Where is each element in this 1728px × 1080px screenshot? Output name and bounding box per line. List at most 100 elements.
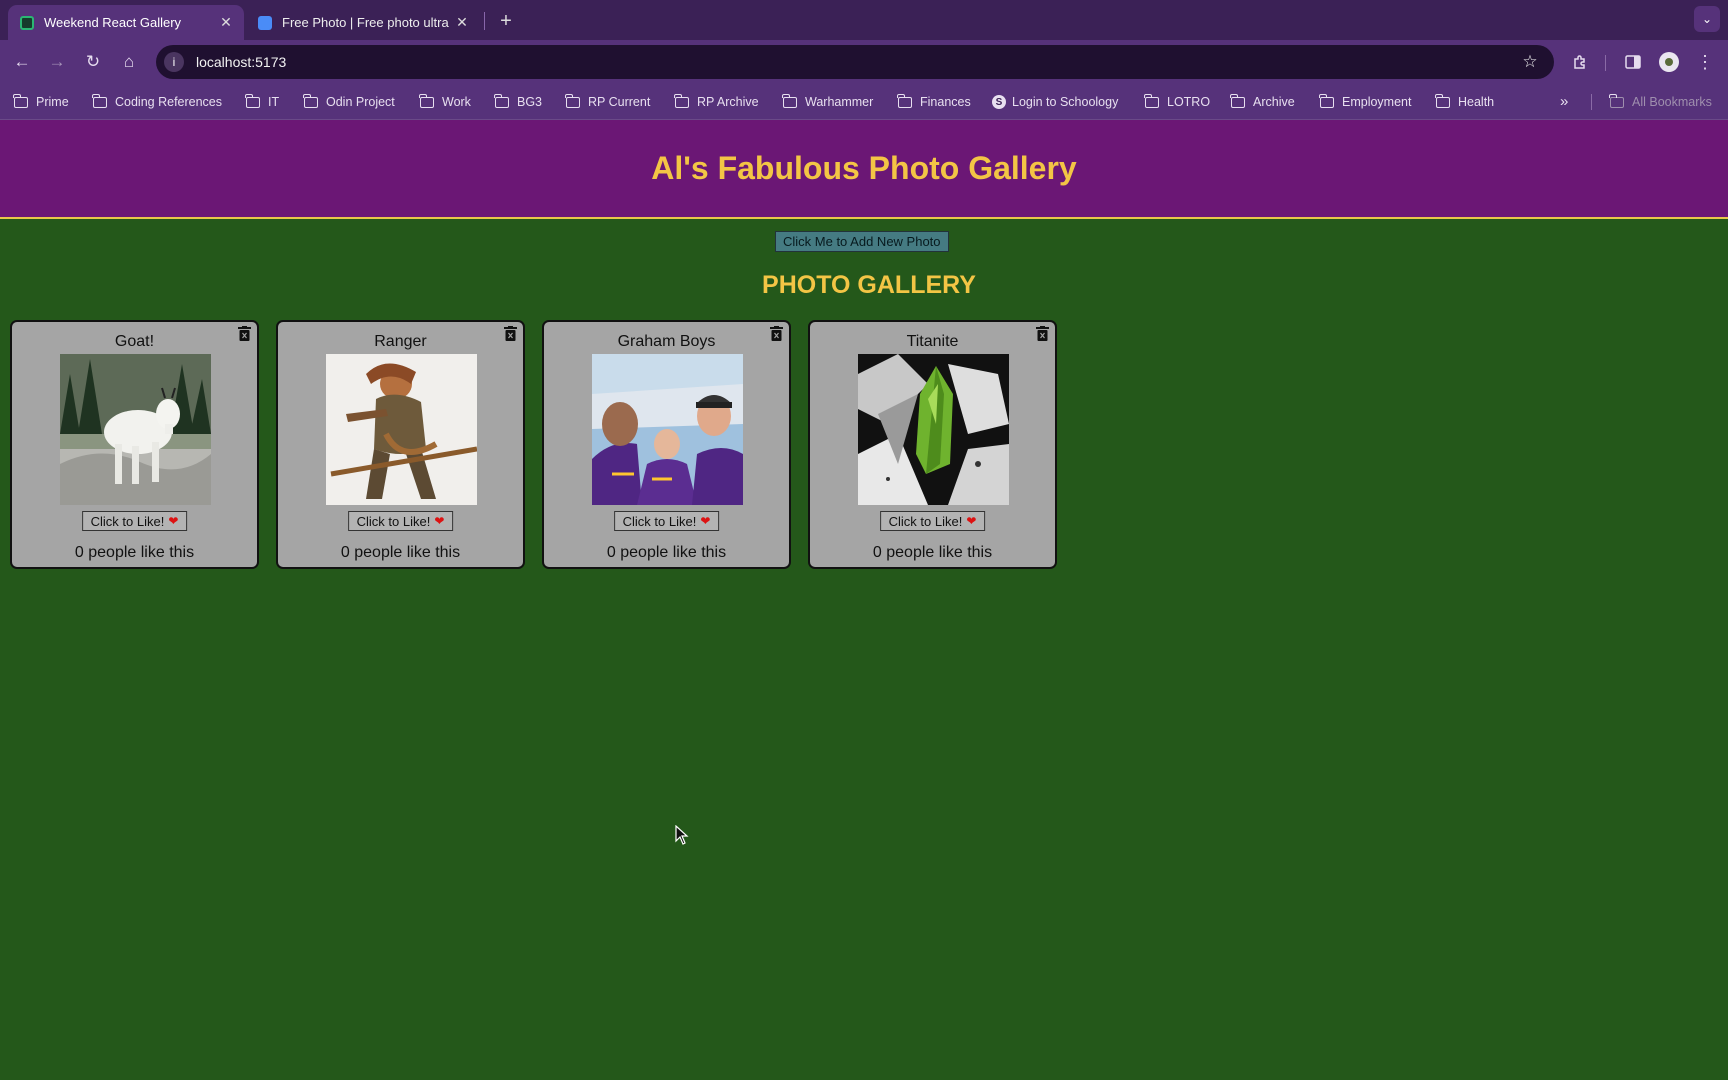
trash-icon[interactable] bbox=[238, 326, 251, 341]
new-tab-plus-icon[interactable]: + bbox=[494, 9, 518, 33]
bookmark-label: LOTRO bbox=[1167, 95, 1211, 109]
bookmark-work[interactable]: Work bbox=[419, 93, 471, 111]
tab-weekend-react-gallery[interactable]: Weekend React Gallery ✕ bbox=[8, 5, 244, 40]
bookmarks-bar: Prime Coding References IT Odin Project … bbox=[0, 84, 1728, 120]
folder-icon bbox=[897, 93, 912, 108]
like-button[interactable]: Click to Like! ❤ bbox=[613, 511, 720, 531]
bookmark-archive[interactable]: Archive bbox=[1230, 93, 1295, 111]
browser-toolbar: ← → ↻ ⌂ i localhost:5173 ☆ ⋮ bbox=[0, 40, 1728, 84]
folder-icon bbox=[245, 93, 260, 108]
add-new-photo-button[interactable]: Click Me to Add New Photo bbox=[775, 231, 949, 252]
bookmark-login-to-schoology[interactable]: S Login to Schoology bbox=[992, 93, 1118, 111]
bookmark-health[interactable]: Health bbox=[1435, 93, 1495, 111]
browser-menu-icon[interactable]: ⋮ bbox=[1693, 50, 1717, 74]
tab-free-photo[interactable]: Free Photo | Free photo ultra ✕ bbox=[246, 5, 480, 40]
home-icon[interactable]: ⌂ bbox=[117, 50, 141, 74]
bookmark-bg3[interactable]: BG3 bbox=[494, 93, 542, 111]
close-tab-icon[interactable]: ✕ bbox=[218, 14, 234, 31]
folder-icon bbox=[494, 93, 509, 108]
page-content: Al's Fabulous Photo Gallery Click Me to … bbox=[0, 120, 1728, 1080]
bookmark-it[interactable]: IT bbox=[245, 93, 280, 111]
freepik-favicon-icon bbox=[258, 15, 272, 30]
graham-boys-photo[interactable] bbox=[592, 354, 743, 505]
folder-icon bbox=[13, 93, 28, 108]
bookmark-rp-archive[interactable]: RP Archive bbox=[674, 93, 759, 111]
photo-title: Graham Boys bbox=[617, 333, 716, 350]
bookmark-label: Warhammer bbox=[805, 95, 874, 109]
bookmark-label: RP Current bbox=[588, 95, 651, 109]
ranger-photo[interactable] bbox=[326, 354, 477, 505]
heart-icon: ❤ bbox=[434, 514, 445, 528]
extensions-puzzle-icon[interactable] bbox=[1568, 50, 1592, 74]
folder-icon bbox=[1319, 93, 1334, 108]
bookmark-label: All Bookmarks bbox=[1632, 95, 1712, 109]
close-tab-icon[interactable]: ✕ bbox=[454, 14, 470, 31]
schoology-icon: S bbox=[992, 95, 1006, 109]
bookmark-label: Health bbox=[1458, 95, 1495, 109]
like-count: 0 people like this bbox=[872, 544, 993, 561]
bookmark-label: IT bbox=[268, 95, 280, 109]
like-button[interactable]: Click to Like! ❤ bbox=[347, 511, 454, 531]
bookmark-label: Employment bbox=[1342, 95, 1412, 109]
folder-icon bbox=[1609, 93, 1624, 108]
folder-icon bbox=[1230, 93, 1245, 108]
bookmark-lotro[interactable]: LOTRO bbox=[1144, 93, 1211, 111]
trash-icon[interactable] bbox=[770, 326, 783, 341]
toolbar-divider bbox=[1605, 55, 1606, 71]
titanite-photo[interactable] bbox=[858, 354, 1009, 505]
like-button-label: Click to Like! bbox=[622, 513, 697, 529]
tab-title: Free Photo | Free photo ultra bbox=[282, 15, 449, 30]
trash-icon[interactable] bbox=[1036, 326, 1049, 341]
forward-arrow-icon[interactable]: → bbox=[45, 50, 69, 74]
goat-photo[interactable] bbox=[60, 354, 211, 505]
photo-title: Ranger bbox=[374, 333, 427, 350]
bookmark-label: Coding References bbox=[115, 95, 223, 109]
folder-icon bbox=[419, 93, 434, 108]
bookmark-employment[interactable]: Employment bbox=[1319, 93, 1412, 111]
photo-title: Goat! bbox=[114, 333, 155, 350]
page-title: Al's Fabulous Photo Gallery bbox=[651, 150, 1077, 186]
like-button-label: Click to Like! bbox=[356, 513, 431, 529]
gallery-favicon-icon bbox=[20, 15, 34, 30]
bookmark-finances[interactable]: Finances bbox=[897, 93, 971, 111]
folder-icon bbox=[1435, 93, 1450, 108]
folder-icon bbox=[565, 93, 580, 108]
bookmark-label: Work bbox=[442, 95, 471, 109]
side-panel-icon[interactable] bbox=[1621, 50, 1645, 74]
address-bar[interactable]: i localhost:5173 ☆ bbox=[156, 45, 1554, 79]
bookmark-rp-current[interactable]: RP Current bbox=[565, 93, 651, 111]
tab-search-chevron-icon[interactable]: ⌄ bbox=[1694, 6, 1720, 32]
trash-icon[interactable] bbox=[504, 326, 517, 341]
profile-avatar[interactable] bbox=[1659, 52, 1679, 72]
heart-icon: ❤ bbox=[700, 514, 711, 528]
back-arrow-icon[interactable]: ← bbox=[10, 50, 34, 74]
bookmark-odin-project[interactable]: Odin Project bbox=[303, 93, 395, 111]
bookmark-coding-references[interactable]: Coding References bbox=[92, 93, 223, 111]
folder-icon bbox=[674, 93, 689, 108]
photo-card: Ranger Click to Like! ❤ 0 people like thi… bbox=[276, 320, 525, 569]
site-info-icon[interactable]: i bbox=[164, 52, 184, 72]
address-url[interactable]: localhost:5173 bbox=[196, 54, 1518, 70]
bookmark-label: Finances bbox=[920, 95, 971, 109]
photo-card: Graham Boys Click to Like! ❤ 0 people lik… bbox=[542, 320, 791, 569]
like-button[interactable]: Click to Like! ❤ bbox=[81, 511, 188, 531]
bookmark-label: Archive bbox=[1253, 95, 1295, 109]
like-button-label: Click to Like! bbox=[888, 513, 963, 529]
like-count: 0 people like this bbox=[74, 544, 195, 561]
all-bookmarks[interactable]: All Bookmarks bbox=[1609, 93, 1712, 111]
app-header: Al's Fabulous Photo Gallery bbox=[0, 120, 1728, 219]
photo-card: Goat! Click to Like! ❤ 0 people like this bbox=[10, 320, 259, 569]
bookmark-warhammer[interactable]: Warhammer bbox=[782, 93, 874, 111]
more-bookmarks-chevron-icon[interactable]: » bbox=[1560, 93, 1568, 110]
like-count: 0 people like this bbox=[340, 544, 461, 561]
bookmark-prime[interactable]: Prime bbox=[13, 93, 69, 111]
bookmark-star-icon[interactable]: ☆ bbox=[1518, 50, 1542, 74]
folder-icon bbox=[303, 93, 318, 108]
folder-icon bbox=[92, 93, 107, 108]
bookmarks-divider bbox=[1591, 94, 1592, 110]
bookmark-label: Login to Schoology bbox=[1012, 95, 1119, 109]
heart-icon: ❤ bbox=[168, 514, 179, 528]
like-button[interactable]: Click to Like! ❤ bbox=[879, 511, 986, 531]
reload-icon[interactable]: ↻ bbox=[81, 50, 105, 74]
photo-card: Titanite Click to Like! ❤ 0 people like t… bbox=[808, 320, 1057, 569]
